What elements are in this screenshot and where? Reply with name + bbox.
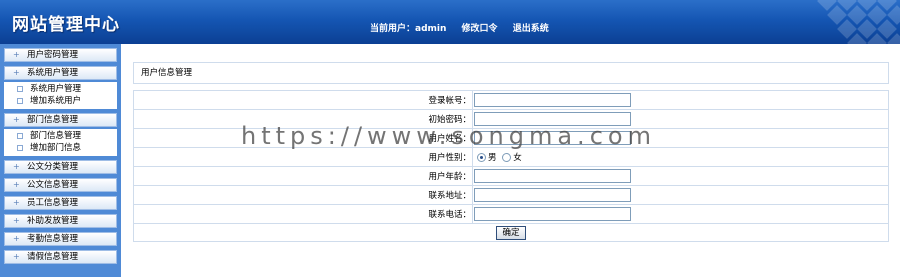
gender-male-label: 男 [488, 153, 497, 163]
plus-icon: + [13, 252, 20, 261]
menu-label: 补助发放管理 [27, 216, 79, 226]
menu-departments[interactable]: + 部门信息管理 [4, 113, 117, 127]
current-user-label: 当前用户：admin [370, 24, 447, 34]
site-title: 网站管理中心 [12, 15, 120, 35]
panel-title: 用户信息管理 [133, 62, 889, 84]
phone-label: 联系电话： [133, 204, 473, 224]
bullet-icon [17, 145, 23, 151]
submenu-item[interactable]: 部门信息管理 [4, 130, 117, 142]
submenu-label: 增加系统用户 [30, 96, 82, 106]
plus-icon: + [13, 162, 20, 171]
menu-label: 用户密码管理 [27, 50, 79, 60]
login-label: 登录帐号： [133, 90, 473, 110]
change-password-link[interactable]: 修改口令 [462, 24, 498, 34]
plus-icon: + [13, 50, 20, 59]
form-row: 登录帐号： [133, 90, 889, 110]
login-input[interactable] [474, 93, 631, 107]
gender-female-label: 女 [513, 153, 522, 163]
menu-doc-categories[interactable]: + 公文分类管理 [4, 160, 117, 174]
bullet-icon [17, 86, 23, 92]
age-label: 用户年龄： [133, 166, 473, 186]
age-input[interactable] [474, 169, 631, 183]
menu-leave[interactable]: + 请假信息管理 [4, 250, 117, 264]
header-decoration [800, 0, 900, 44]
watermark-text: https://www.songma.com [241, 122, 656, 150]
form-row: 联系地址： [133, 185, 889, 205]
logout-link[interactable]: 退出系统 [513, 24, 549, 34]
gender-male-radio[interactable] [477, 153, 486, 162]
plus-icon: + [13, 180, 20, 189]
submenu-item[interactable]: 系统用户管理 [4, 83, 117, 95]
main-content: 用户信息管理 登录帐号： 初始密码： 用户姓名： 用户性别： 男 女 用户年龄：… [121, 44, 900, 277]
form-row: 用户年龄： [133, 166, 889, 186]
submenu-item[interactable]: 增加部门信息 [4, 142, 117, 154]
plus-icon: + [13, 115, 20, 124]
plus-icon: + [13, 68, 20, 77]
submit-button[interactable]: 确定 [496, 225, 526, 240]
menu-label: 公文信息管理 [27, 180, 79, 190]
header-nav: 当前用户：admin 修改口令 退出系统 [370, 21, 561, 34]
menu-user-password[interactable]: + 用户密码管理 [4, 48, 117, 62]
menu-label: 部门信息管理 [27, 115, 79, 125]
submenu-label: 增加部门信息 [30, 143, 82, 153]
phone-input[interactable] [474, 207, 631, 221]
gender-label: 用户性别： [133, 147, 473, 167]
header-bar: 网站管理中心 当前用户：admin 修改口令 退出系统 [0, 0, 900, 44]
gender-female-radio[interactable] [502, 153, 512, 162]
menu-attendance[interactable]: + 考勤信息管理 [4, 232, 117, 246]
submenu-label: 系统用户管理 [30, 84, 82, 94]
menu-subsidies[interactable]: + 补助发放管理 [4, 214, 117, 228]
bullet-icon [17, 133, 23, 139]
sidebar: + 用户密码管理 + 系统用户管理 系统用户管理 增加系统用户 + 部门信息管理 部门… [0, 44, 121, 277]
form-row: 联系电话： [133, 204, 889, 224]
menu-label: 请假信息管理 [27, 252, 79, 262]
menu-employees[interactable]: + 员工信息管理 [4, 196, 117, 210]
menu-label: 系统用户管理 [27, 68, 79, 78]
menu-doc-info[interactable]: + 公文信息管理 [4, 178, 117, 192]
menu-label: 考勤信息管理 [27, 234, 79, 244]
submenu-system-users: 系统用户管理 增加系统用户 [4, 82, 117, 109]
user-form: 登录帐号： 初始密码： 用户姓名： 用户性别： 男 女 用户年龄： 联系地址： [133, 90, 889, 242]
sidebar-menu: + 用户密码管理 + 系统用户管理 系统用户管理 增加系统用户 + 部门信息管理 部门… [4, 48, 117, 268]
submenu-label: 部门信息管理 [30, 131, 82, 141]
menu-label: 公文分类管理 [27, 162, 79, 172]
menu-label: 员工信息管理 [27, 198, 79, 208]
menu-system-users[interactable]: + 系统用户管理 [4, 66, 117, 80]
button-row: 确定 [133, 223, 889, 242]
form-row: 用户性别： 男 女 [133, 147, 889, 167]
address-input[interactable] [474, 188, 631, 202]
plus-icon: + [13, 198, 20, 207]
plus-icon: + [13, 216, 20, 225]
plus-icon: + [13, 234, 20, 243]
submenu-item[interactable]: 增加系统用户 [4, 95, 117, 107]
submenu-departments: 部门信息管理 增加部门信息 [4, 129, 117, 156]
bullet-icon [17, 98, 23, 104]
address-label: 联系地址： [133, 185, 473, 205]
